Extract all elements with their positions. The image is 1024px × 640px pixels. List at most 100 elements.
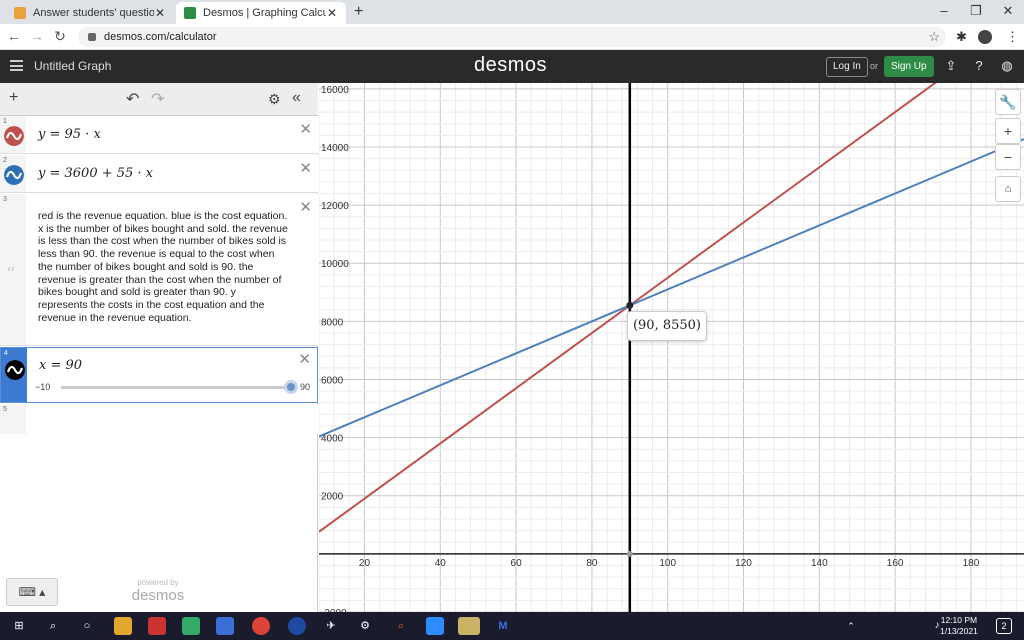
- tray-overflow-icon[interactable]: ⌃: [842, 617, 860, 635]
- file-explorer-icon[interactable]: [114, 617, 132, 635]
- y-tick-label: 8000: [321, 317, 344, 328]
- app-icon[interactable]: [288, 617, 306, 635]
- back-icon[interactable]: ←: [6, 28, 22, 44]
- mail-icon[interactable]: [216, 617, 234, 635]
- undo-icon[interactable]: ↶: [126, 89, 139, 109]
- empty-expression-item[interactable]: 5: [0, 404, 318, 434]
- tab-answer-questions[interactable]: Answer students' questions and ✕: [6, 2, 174, 24]
- graph-canvas[interactable]: 20406080100120140160180-2000200040006000…: [319, 83, 1024, 612]
- extensions-icon[interactable]: ✱: [956, 29, 967, 45]
- collapse-panel-icon[interactable]: «: [292, 89, 301, 107]
- expression-item[interactable]: 2 y = 3600 + 55 · x ✕: [0, 155, 318, 193]
- slider-item[interactable]: 4 x = 90 ✕ −10 90: [0, 347, 318, 403]
- delete-expression-icon[interactable]: ✕: [298, 350, 311, 368]
- language-globe-icon[interactable]: ◍: [999, 58, 1015, 74]
- app-icon[interactable]: [182, 617, 200, 635]
- tab-desmos[interactable]: Desmos | Graphing Calculator ✕: [176, 2, 346, 24]
- app-icon[interactable]: M: [494, 617, 512, 635]
- expression-panel: + ↶ ↷ ⚙ « 1 y = 95 · x ✕ 2 y = 3600 + 55…: [0, 83, 318, 612]
- signup-button[interactable]: Sign Up: [884, 56, 934, 77]
- share-icon[interactable]: ⇪: [943, 58, 959, 74]
- expression-gutter: 5: [0, 404, 26, 434]
- windows-start-icon[interactable]: ⊞: [10, 617, 28, 635]
- note-item[interactable]: 3 “ red is the revenue equation. blue is…: [0, 194, 318, 346]
- address-bar: ← → ↻ desmos.com/calculator ☆ ✱ ⋮: [0, 24, 1024, 50]
- delete-expression-icon[interactable]: ✕: [299, 198, 312, 216]
- expression-math[interactable]: x = 90: [39, 358, 82, 373]
- graph-settings-wrench-icon[interactable]: 🔧: [995, 89, 1021, 115]
- profile-avatar-icon[interactable]: [978, 30, 992, 44]
- task-view-icon[interactable]: ○: [78, 617, 96, 635]
- or-text: or: [870, 61, 879, 71]
- lock-icon: [88, 33, 96, 41]
- close-window-button[interactable]: ✕: [998, 3, 1018, 19]
- system-clock[interactable]: 12:10 PM 1/13/2021: [940, 615, 978, 637]
- new-tab-button[interactable]: +: [354, 3, 363, 21]
- menu-dots-icon[interactable]: ⋮: [1006, 29, 1019, 45]
- expression-gutter: 2: [0, 155, 26, 192]
- notification-badge[interactable]: 2: [996, 618, 1012, 634]
- delete-expression-icon[interactable]: ✕: [299, 120, 312, 138]
- expression-math[interactable]: y = 3600 + 55 · x: [38, 166, 153, 181]
- slider-handle[interactable]: [284, 380, 298, 394]
- keypad-toggle-button[interactable]: ⌨ ▴: [6, 578, 58, 606]
- app-icon[interactable]: [148, 617, 166, 635]
- bookmark-star-icon[interactable]: ☆: [928, 29, 940, 45]
- x-tick-label: 80: [586, 558, 598, 569]
- app-icon[interactable]: ⌕: [392, 617, 410, 635]
- chrome-icon[interactable]: [252, 617, 270, 635]
- intersection-point: [626, 301, 634, 309]
- expression-item[interactable]: 1 y = 95 · x ✕: [0, 116, 318, 154]
- zoom-out-button[interactable]: −: [995, 144, 1021, 170]
- url-text: desmos.com/calculator: [104, 31, 217, 43]
- red-curve-toggle-icon[interactable]: [4, 126, 24, 146]
- x-tick-label: 20: [359, 558, 371, 569]
- expression-math[interactable]: y = 95 · x: [38, 127, 101, 142]
- minimize-button[interactable]: –: [934, 3, 954, 18]
- quote-icon: “: [6, 264, 16, 285]
- expression-gutter: 4: [1, 348, 27, 402]
- slider-min[interactable]: −10: [35, 382, 50, 392]
- app-icon[interactable]: ✈: [322, 617, 340, 635]
- graph-paper[interactable]: 20406080100120140160180-2000200040006000…: [319, 83, 1024, 612]
- intersection-point-label[interactable]: (90, 8550): [627, 311, 707, 341]
- default-viewport-home-icon[interactable]: ⌂: [995, 176, 1021, 202]
- hamburger-menu-icon[interactable]: [10, 60, 23, 71]
- blue-curve-toggle-icon[interactable]: [4, 165, 24, 185]
- add-item-icon[interactable]: +: [9, 89, 18, 107]
- slider-max[interactable]: 90: [300, 382, 310, 392]
- close-tab-icon[interactable]: ✕: [154, 6, 166, 20]
- login-button[interactable]: Log In: [826, 57, 868, 77]
- graph-title[interactable]: Untitled Graph: [34, 59, 111, 73]
- desmos-header: Untitled Graph desmos Log In or Sign Up …: [0, 50, 1024, 83]
- help-icon[interactable]: ?: [971, 58, 987, 73]
- black-curve-toggle-icon[interactable]: [5, 360, 25, 380]
- reload-icon[interactable]: ↻: [52, 28, 68, 45]
- redo-icon[interactable]: ↷: [151, 89, 164, 109]
- expression-toolbar: + ↶ ↷ ⚙ «: [0, 83, 318, 116]
- note-text[interactable]: red is the revenue equation. blue is the…: [38, 210, 288, 324]
- app-icon[interactable]: [458, 617, 480, 635]
- y-tick-label: 6000: [321, 375, 344, 386]
- close-tab-icon[interactable]: ✕: [326, 6, 338, 20]
- settings-gear-icon[interactable]: ⚙: [268, 91, 281, 108]
- zoom-in-button[interactable]: +: [995, 118, 1021, 144]
- search-icon[interactable]: ⌕: [44, 617, 62, 635]
- desmos-favicon-icon: [184, 7, 196, 19]
- tab-title: Answer students' questions and: [33, 7, 154, 19]
- y-tick-label: 10000: [321, 259, 349, 270]
- y-tick-label: 4000: [321, 434, 344, 445]
- delete-expression-icon[interactable]: ✕: [299, 159, 312, 177]
- restore-button[interactable]: ❐: [966, 3, 986, 19]
- zoom-app-icon[interactable]: [426, 617, 444, 635]
- y-tick-label: 14000: [321, 143, 349, 154]
- url-field[interactable]: desmos.com/calculator ☆: [78, 27, 946, 47]
- x-tick-label: 60: [511, 558, 523, 569]
- slider-track[interactable]: [61, 386, 291, 389]
- powered-by-desmos: powered by desmos: [131, 578, 185, 604]
- brainly-favicon-icon: [14, 7, 26, 19]
- x-axis-point: [626, 550, 633, 557]
- forward-icon[interactable]: →: [29, 28, 45, 44]
- app-icon[interactable]: ⚙: [356, 617, 374, 635]
- x-tick-label: 100: [659, 558, 676, 569]
